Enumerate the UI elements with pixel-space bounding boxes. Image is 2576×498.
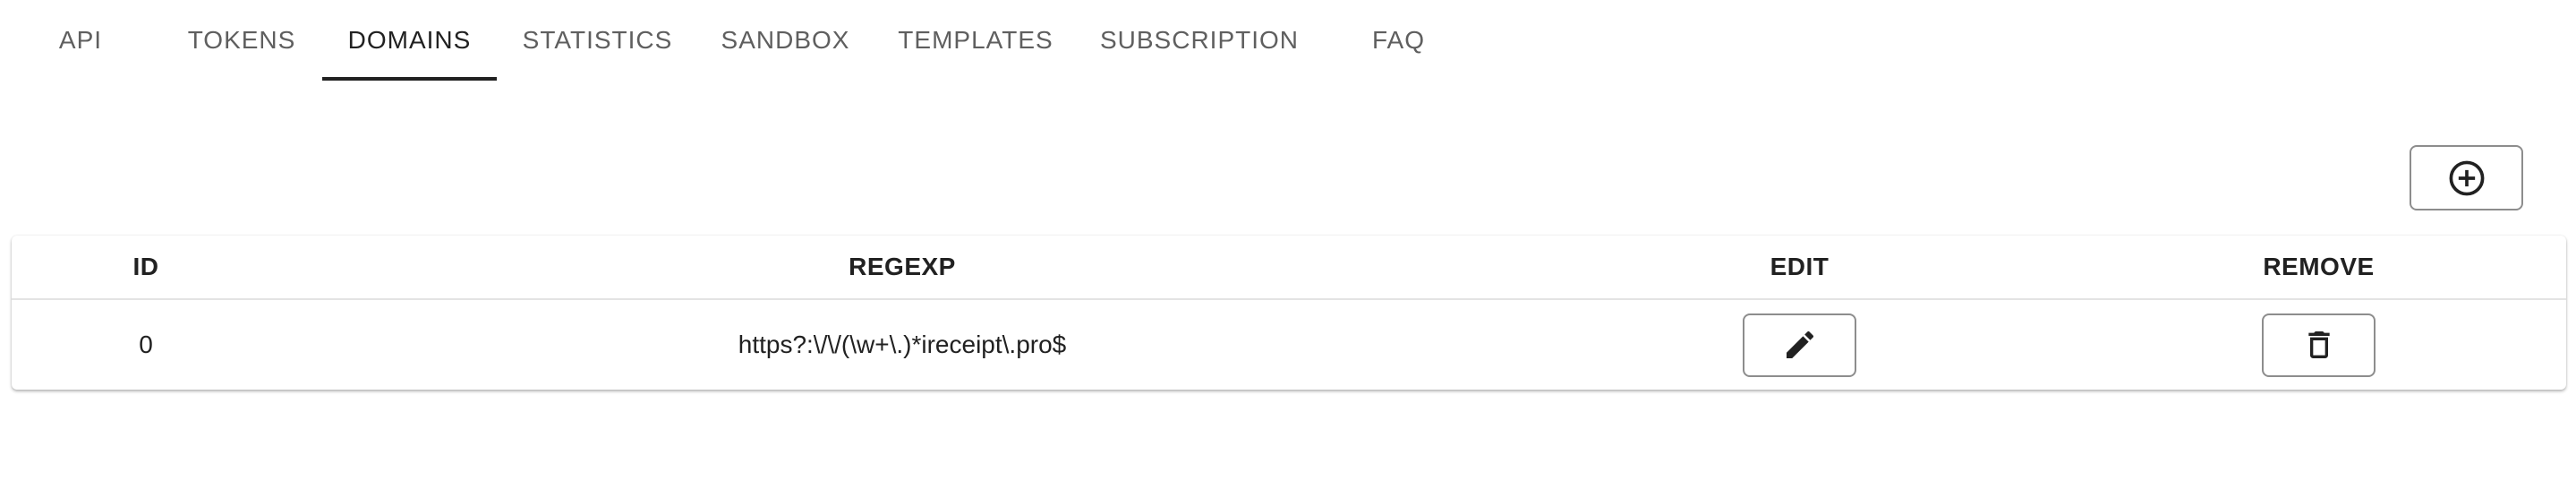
edit-button[interactable] [1743, 313, 1856, 377]
cell-id: 0 [139, 331, 153, 358]
tab-tokens[interactable]: TOKENS [179, 0, 304, 81]
table-header: ID REGEXP EDIT REMOVE [12, 236, 2566, 300]
cell-edit [1699, 300, 1900, 390]
tab-domains[interactable]: DOMAINS [322, 0, 497, 81]
domains-table: ID REGEXP EDIT REMOVE 0 https?:\/\/(\w+\… [12, 236, 2566, 390]
remove-button[interactable] [2262, 313, 2376, 377]
tab-templates[interactable]: TEMPLATES [891, 0, 1061, 81]
header-edit: EDIT [1770, 253, 1830, 280]
tab-api[interactable]: API [36, 0, 125, 81]
plus-circle-icon [2449, 160, 2484, 195]
tab-statistics[interactable]: STATISTICS [515, 0, 680, 81]
cell-remove [2218, 300, 2419, 390]
pencil-icon [1786, 331, 1813, 358]
cell-regexp: https?:\/\/(\w+\.)*ireceipt\.pro$ [738, 331, 1067, 358]
trash-icon [2307, 331, 2330, 358]
add-domain-button[interactable] [2410, 145, 2523, 210]
tab-subscription[interactable]: SUBSCRIPTION [1096, 0, 1302, 81]
header-regexp: REGEXP [849, 253, 956, 280]
tab-sandbox[interactable]: SANDBOX [712, 0, 859, 81]
table-row: 0 https?:\/\/(\w+\.)*ireceipt\.pro$ [12, 300, 2566, 390]
active-tab-indicator [322, 77, 497, 81]
tab-faq[interactable]: FAQ [1343, 0, 1454, 81]
header-remove: REMOVE [2263, 253, 2375, 280]
header-id: ID [132, 253, 159, 280]
tab-bar: API TOKENS DOMAINS STATISTICS SANDBOX TE… [0, 0, 2576, 81]
